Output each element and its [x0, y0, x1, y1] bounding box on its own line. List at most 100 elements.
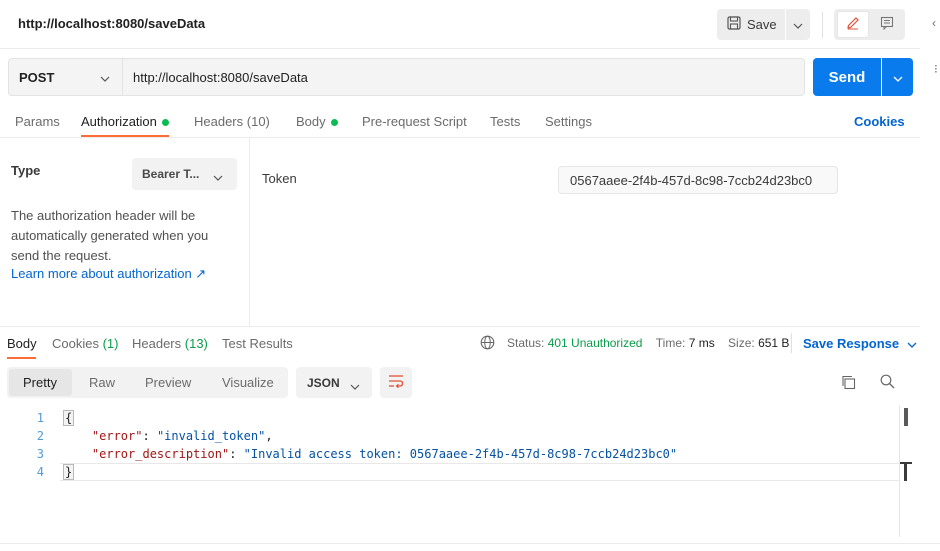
tab-test-results[interactable]: Test Results	[222, 336, 293, 351]
tab-params[interactable]: Params	[15, 114, 60, 129]
tab-response-headers[interactable]: Headers (13)	[132, 336, 208, 351]
cookies-link[interactable]: Cookies	[854, 114, 905, 129]
format-preview[interactable]: Preview	[145, 375, 191, 390]
tabs-divider	[0, 137, 920, 138]
request-title: http://localhost:8080/saveData	[18, 16, 206, 31]
tab-count: (1)	[102, 336, 119, 351]
line-number: 4	[36, 465, 44, 479]
tab-authorization[interactable]: Authorization	[81, 114, 169, 129]
chevron-down-icon	[907, 336, 917, 351]
code-line[interactable]: {	[63, 410, 75, 426]
tab-label: Pre-request Script	[362, 114, 467, 129]
json-key: "error"	[91, 429, 143, 443]
chevron-down-icon	[893, 70, 903, 85]
save-response-button[interactable]: Save Response	[803, 336, 917, 351]
size-value[interactable]: 651 B	[758, 336, 789, 350]
save-response-label: Save Response	[803, 336, 900, 351]
tab-label: Test Results	[222, 336, 293, 351]
save-dropdown-button[interactable]	[786, 9, 810, 40]
tab-headers[interactable]: Headers (10)	[194, 114, 270, 129]
footer-divider	[0, 543, 940, 544]
wrap-lines-icon	[388, 374, 404, 391]
tab-label: Settings	[545, 114, 592, 129]
code-line[interactable]: "error": "invalid_token",	[63, 429, 273, 443]
format-select-value: JSON	[307, 375, 340, 390]
json-key: "error_description"	[91, 447, 230, 461]
globe-icon[interactable]	[480, 335, 495, 353]
wrap-lines-button[interactable]	[380, 367, 412, 398]
tab-label: Body	[7, 336, 37, 351]
editor-cursor-marker	[900, 462, 912, 481]
side-panel-icon[interactable]: ⁝	[934, 62, 938, 76]
chevron-down-icon	[213, 169, 223, 184]
format-visualize[interactable]: Visualize	[222, 375, 274, 390]
save-icon	[727, 16, 741, 33]
auth-type-value: Bearer T...	[142, 167, 200, 181]
tab-label: Headers	[132, 336, 182, 351]
tab-response-cookies[interactable]: Cookies (1)	[52, 336, 118, 351]
format-pretty[interactable]: Pretty	[23, 375, 57, 390]
tab-settings[interactable]: Settings	[545, 114, 592, 129]
chevron-down-icon	[100, 70, 110, 85]
send-button[interactable]: Send	[813, 58, 881, 96]
pencil-icon	[846, 16, 860, 33]
tab-pre-request-script[interactable]: Pre-request Script	[362, 114, 467, 129]
send-dropdown-button[interactable]	[882, 58, 913, 96]
chevron-down-icon	[793, 17, 803, 32]
tab-label: Headers	[194, 114, 244, 129]
toolbar-divider	[822, 12, 823, 38]
response-divider	[0, 326, 920, 327]
response-meta: Status: 401 Unauthorized Time: 7 ms Size…	[507, 336, 789, 350]
search-icon[interactable]	[880, 374, 895, 392]
open-brace: {	[63, 410, 75, 426]
format-select[interactable]: JSON	[296, 367, 372, 398]
code-line[interactable]: "error_description": "Invalid access tok…	[63, 447, 677, 461]
header-divider	[0, 48, 920, 49]
close-brace: }	[63, 464, 75, 480]
token-input[interactable]: 0567aaee-2f4b-457d-8c98-7ccb24d23bc0	[558, 166, 838, 194]
tab-count: (10)	[246, 114, 270, 129]
tab-label: Params	[15, 114, 60, 129]
documentation-mode-button[interactable]	[871, 11, 903, 38]
json-sep: :	[142, 429, 157, 443]
time-value[interactable]: 7 ms	[689, 336, 715, 350]
line-number: 2	[36, 429, 44, 443]
learn-more-link[interactable]: Learn more about authorization ↗	[11, 266, 206, 282]
url-input[interactable]: http://localhost:8080/saveData	[123, 58, 805, 96]
auth-type-label: Type	[11, 163, 41, 178]
save-label: Save	[747, 17, 777, 32]
json-comma: ,	[265, 429, 273, 443]
copy-icon[interactable]	[841, 375, 856, 393]
collapse-panel-icon[interactable]: ‹	[932, 16, 936, 30]
json-value: "invalid_token"	[156, 429, 266, 443]
time-label: Time:	[655, 336, 686, 350]
line-number: 1	[36, 411, 44, 425]
json-value: "Invalid access token: 0567aaee-2f4b-457…	[243, 447, 678, 461]
tab-tests[interactable]: Tests	[490, 114, 520, 129]
status-dot	[330, 119, 338, 127]
method-value: POST	[19, 69, 55, 85]
auth-panel-divider	[249, 138, 250, 326]
edit-mode-button[interactable]	[837, 11, 869, 38]
code-line[interactable]: }	[63, 464, 75, 480]
status-value[interactable]: 401 Unauthorized	[548, 336, 643, 350]
meta-divider	[791, 333, 792, 353]
json-sep: :	[229, 447, 244, 461]
line-number: 3	[36, 447, 44, 461]
tab-body[interactable]: Body	[296, 114, 338, 129]
tab-label: Body	[296, 114, 326, 129]
tab-label: Tests	[490, 114, 521, 129]
token-label: Token	[262, 171, 297, 186]
size-label: Size:	[728, 336, 755, 350]
editor-scrollbar-thumb[interactable]	[904, 408, 908, 426]
tab-label: Cookies	[52, 336, 99, 351]
tab-response-body[interactable]: Body	[7, 336, 37, 351]
comment-icon	[880, 16, 894, 33]
tab-count: (13)	[184, 336, 208, 351]
current-line-highlight	[60, 463, 900, 481]
save-button[interactable]: Save	[717, 9, 785, 40]
tab-label: Authorization	[81, 114, 157, 129]
format-raw[interactable]: Raw	[89, 375, 115, 390]
status-dot	[161, 119, 169, 127]
active-tab-indicator	[7, 357, 36, 359]
